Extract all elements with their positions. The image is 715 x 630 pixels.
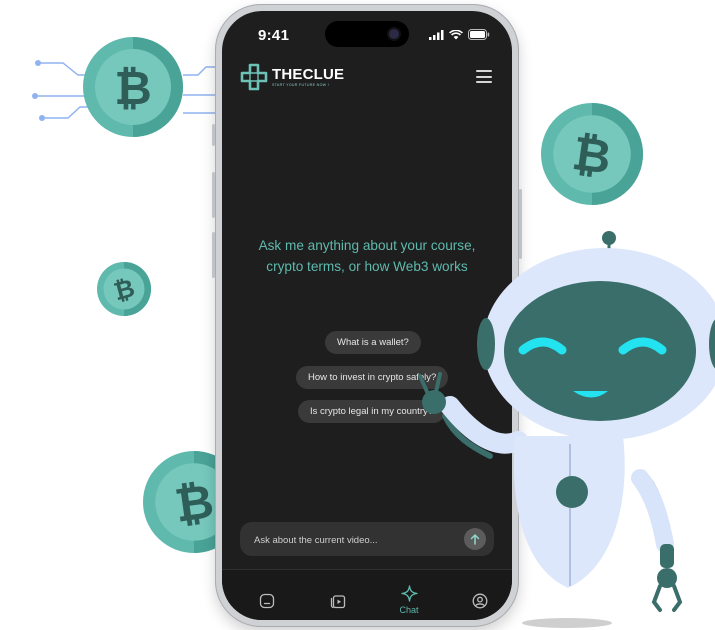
robot-mascot [418, 231, 715, 628]
tab-videos[interactable] [313, 570, 363, 620]
brand-tagline: START YOUR FUTURE NOW ! [272, 83, 329, 87]
svg-text:₿: ₿ [171, 474, 217, 534]
bitcoin-icon: ₿ [83, 37, 183, 137]
volume-button [212, 172, 215, 218]
wifi-icon [449, 29, 463, 39]
bitcoin-icon: ₿ [541, 103, 643, 205]
signal-icon [429, 29, 444, 40]
bitcoin-icon: ₿ [97, 262, 151, 316]
video-library-icon [330, 595, 346, 609]
battery-icon [468, 29, 490, 40]
logo-mark-icon [240, 63, 268, 91]
volume-button [212, 232, 215, 278]
svg-text:₿: ₿ [569, 126, 615, 186]
dynamic-island [325, 21, 409, 47]
brand-name: THECLUE [272, 66, 345, 83]
tab-home[interactable] [242, 570, 292, 620]
status-icons [429, 29, 490, 40]
home-icon [259, 593, 275, 609]
camera-icon [389, 29, 399, 39]
hamburger-menu-icon[interactable] [476, 70, 492, 83]
svg-text:₿: ₿ [114, 61, 152, 115]
brand-logo: THECLUE START YOUR FUTURE NOW ! [240, 63, 344, 91]
suggestion-chip[interactable]: What is a wallet? [325, 331, 421, 354]
status-time: 9:41 [258, 27, 290, 44]
volume-button [212, 124, 215, 146]
